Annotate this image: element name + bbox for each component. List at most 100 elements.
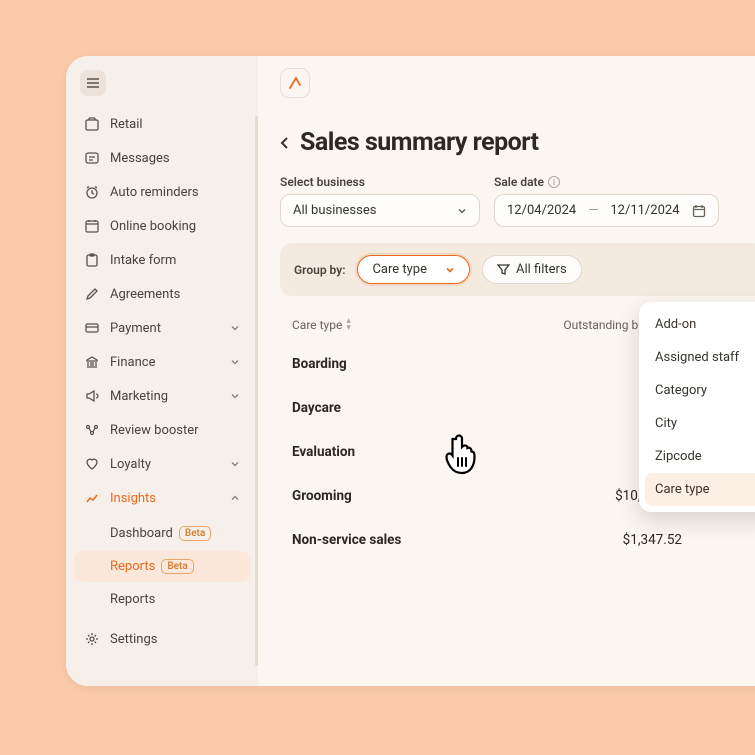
nav-payment[interactable]: Payment — [74, 312, 250, 344]
beta-badge: Beta — [161, 559, 193, 574]
group-by-label: Group by: — [294, 263, 345, 277]
nav-marketing[interactable]: Marketing — [74, 380, 250, 412]
messages-icon — [84, 150, 100, 166]
nodes-icon — [84, 422, 100, 438]
dropdown-option[interactable]: Care type — [645, 473, 755, 506]
main-content: Sales summary report Select business All… — [258, 56, 755, 686]
row-name: Daycare — [292, 400, 492, 416]
clipboard-icon — [84, 252, 100, 268]
bank-icon — [84, 354, 100, 370]
nav-label: Online booking — [110, 219, 240, 234]
group-filter-bar: Group by: Care type All filters — [280, 243, 755, 296]
dropdown-option[interactable]: Add-on — [645, 308, 755, 341]
dropdown-option[interactable]: Zipcode — [645, 440, 755, 473]
chevron-down-icon — [457, 206, 467, 216]
nav-label: Retail — [110, 117, 240, 132]
date-separator: — — [588, 203, 598, 218]
title-row: Sales summary report — [280, 128, 755, 157]
group-by-dropdown: Add-onAssigned staffCategoryCityZipcodeC… — [639, 302, 755, 512]
sale-date-label: Sale date i — [494, 175, 719, 189]
dropdown-option[interactable]: Assigned staff — [645, 341, 755, 374]
nav-settings[interactable]: Settings — [74, 623, 250, 655]
nav-online-booking[interactable]: Online booking — [74, 210, 250, 242]
filter-row: Select business All businesses Sale date… — [280, 175, 755, 227]
row-balance: $1,347.52 — [492, 532, 682, 548]
dropdown-option[interactable]: Category — [645, 374, 755, 407]
nav-review-booster[interactable]: Review booster — [74, 414, 250, 446]
card-icon — [84, 320, 100, 336]
app-logo[interactable] — [280, 68, 310, 98]
gear-icon — [84, 631, 100, 647]
group-by-value: Care type — [372, 262, 427, 277]
filter-icon — [497, 263, 510, 276]
nav-label: Review booster — [110, 423, 240, 438]
nav-label: Marketing — [110, 389, 220, 404]
date-to: 12/11/2024 — [610, 203, 679, 218]
nav-label: Settings — [110, 632, 240, 647]
select-business-dropdown[interactable]: All businesses — [280, 194, 480, 227]
all-filters-label: All filters — [516, 262, 567, 277]
nav-label: Payment — [110, 321, 220, 336]
select-business-group: Select business All businesses — [280, 175, 480, 227]
dropdown-option[interactable]: City — [645, 407, 755, 440]
nav-finance[interactable]: Finance — [74, 346, 250, 378]
chevron-down-icon — [230, 391, 240, 401]
row-name: Evaluation — [292, 444, 492, 460]
subnav-reports[interactable]: Reports — [74, 584, 250, 615]
nav-messages[interactable]: Messages — [74, 142, 250, 174]
hamburger-button[interactable] — [80, 70, 106, 96]
group-by-select[interactable]: Care type — [357, 255, 470, 284]
chevron-down-icon — [230, 459, 240, 469]
pen-icon — [84, 286, 100, 302]
subnav-label: Dashboard — [110, 526, 173, 541]
row-name: Grooming — [292, 488, 492, 504]
megaphone-icon — [84, 388, 100, 404]
back-button[interactable] — [280, 136, 290, 150]
col-caretype[interactable]: Care type ▴▾ — [292, 318, 492, 332]
insights-submenu: Dashboard Beta Reports Beta Reports — [74, 518, 250, 615]
chevron-up-icon — [230, 493, 240, 503]
nav-insights[interactable]: Insights — [74, 482, 250, 514]
nav-loyalty[interactable]: Loyalty — [74, 448, 250, 480]
booking-icon — [84, 218, 100, 234]
alarm-icon — [84, 184, 100, 200]
info-icon[interactable]: i — [548, 176, 560, 188]
nav-label: Messages — [110, 151, 240, 166]
sale-date-group: Sale date i 12/04/2024 — 12/11/2024 — [494, 175, 719, 227]
retail-icon — [84, 116, 100, 132]
beta-badge: Beta — [179, 526, 211, 541]
row-name: Boarding — [292, 356, 492, 372]
subnav-dashboard[interactable]: Dashboard Beta — [74, 518, 250, 549]
chevron-down-icon — [230, 323, 240, 333]
hamburger-icon — [87, 78, 99, 88]
sort-icon: ▴▾ — [346, 318, 351, 332]
nav-label: Intake form — [110, 253, 240, 268]
nav-label: Agreements — [110, 287, 240, 302]
subnav-label: Reports — [110, 592, 155, 607]
nav-label: Loyalty — [110, 457, 220, 472]
nav-label: Auto reminders — [110, 185, 240, 200]
subnav-reports-beta[interactable]: Reports Beta — [74, 551, 250, 582]
all-filters-button[interactable]: All filters — [482, 255, 582, 284]
select-business-value: All businesses — [293, 203, 376, 218]
nav-label: Finance — [110, 355, 220, 370]
calendar-icon — [692, 204, 706, 218]
nav-label: Insights — [110, 491, 220, 506]
logo-icon — [286, 74, 304, 92]
subnav-label: Reports — [110, 559, 155, 574]
page-title: Sales summary report — [300, 128, 538, 157]
chevron-down-icon — [230, 357, 240, 367]
table-row[interactable]: Non-service sales$1,347.52 — [280, 518, 755, 562]
nav-auto-reminders[interactable]: Auto reminders — [74, 176, 250, 208]
app-window: Retail Messages Auto reminders Online bo… — [66, 56, 755, 686]
heart-icon — [84, 456, 100, 472]
date-range-picker[interactable]: 12/04/2024 — 12/11/2024 — [494, 194, 719, 227]
date-from: 12/04/2024 — [507, 203, 576, 218]
nav-agreements[interactable]: Agreements — [74, 278, 250, 310]
select-business-label: Select business — [280, 175, 480, 189]
chevron-down-icon — [445, 265, 455, 275]
nav-retail[interactable]: Retail — [74, 108, 250, 140]
sidebar: Retail Messages Auto reminders Online bo… — [66, 56, 258, 686]
row-name: Non-service sales — [292, 532, 492, 548]
nav-intake-form[interactable]: Intake form — [74, 244, 250, 276]
